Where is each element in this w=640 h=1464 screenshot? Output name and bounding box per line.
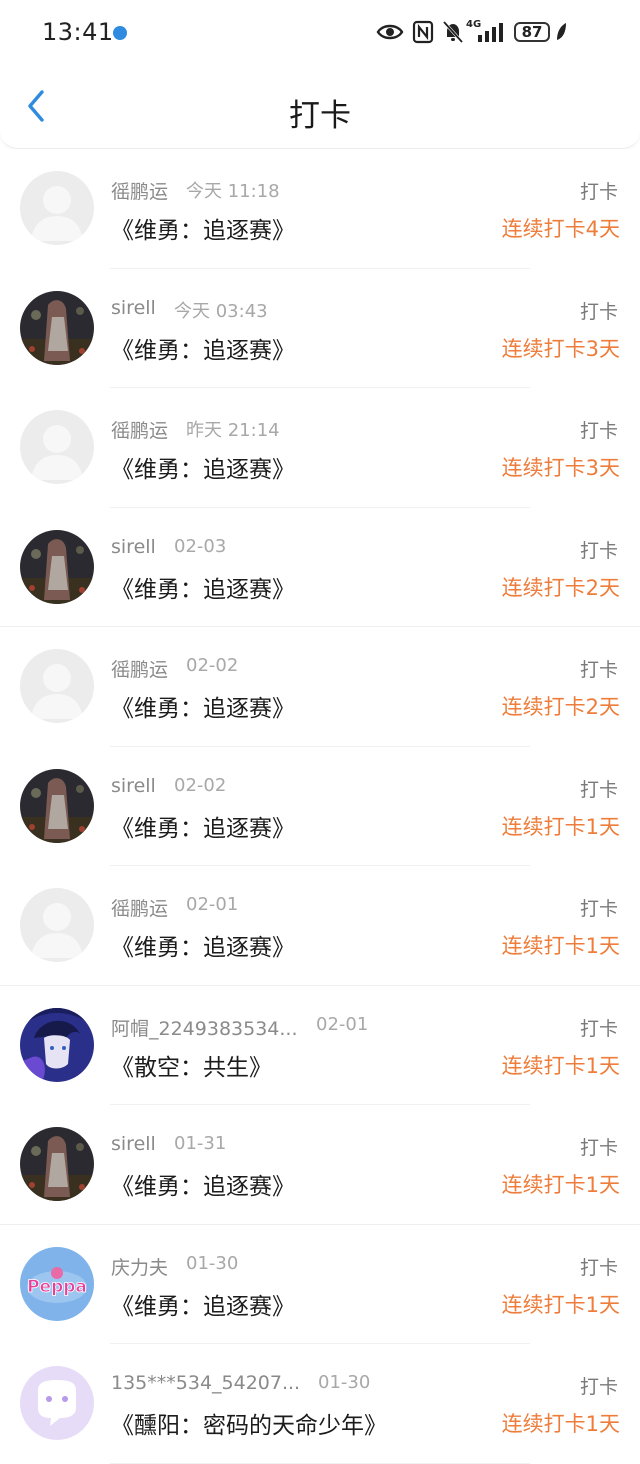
checkin-time: 02-02 bbox=[186, 655, 239, 676]
action-label: 打卡 bbox=[579, 1137, 618, 1159]
nfc-icon bbox=[412, 20, 434, 44]
streak-label: 连续打卡3天 bbox=[501, 456, 620, 480]
book-title[interactable]: 《维勇：追逐赛》 bbox=[111, 570, 295, 604]
streak-label: 连续打卡1天 bbox=[501, 1173, 620, 1197]
list-item[interactable]: 阿帽_2249383534... 02-01 《散空：共生》 打卡连续打卡1天 bbox=[0, 985, 640, 1105]
action-label: 打卡 bbox=[579, 539, 618, 562]
eye-icon bbox=[376, 24, 404, 40]
streak-label: 连续打卡1天 bbox=[501, 1053, 620, 1078]
action-label: 打卡 bbox=[579, 898, 618, 920]
leaf-icon bbox=[557, 23, 566, 40]
book-title[interactable]: 《维勇：追逐赛》 bbox=[111, 1287, 295, 1321]
user-avatar[interactable] bbox=[20, 410, 94, 484]
action-label: 打卡 bbox=[579, 778, 618, 801]
streak-label: 连续打卡1天 bbox=[501, 1292, 620, 1317]
list-item[interactable]: sirell 02-03 《维勇：追逐赛》 打卡连续打卡2天 bbox=[0, 507, 640, 627]
checkin-time: 今天 03:43 bbox=[174, 300, 268, 322]
checkin-time: 01-30 bbox=[186, 1252, 239, 1274]
list-item[interactable]: sirell 今天 03:43 《维勇：追逐赛》 打卡连续打卡3天 bbox=[0, 268, 640, 388]
user-avatar[interactable] bbox=[20, 1366, 94, 1440]
list-item[interactable]: 徭鹏运 02-01 《维勇：追逐赛》 打卡连续打卡1天 bbox=[0, 866, 640, 986]
user-name[interactable]: 徭鹏运 bbox=[111, 894, 168, 921]
user-avatar[interactable] bbox=[20, 290, 94, 365]
action-label: 打卡 bbox=[579, 420, 618, 442]
mute-bell-icon bbox=[442, 20, 464, 44]
list-item[interactable]: 徭鹏运 02-02 《维勇：追逐赛》 打卡连续打卡2天 bbox=[0, 627, 640, 747]
svg-text:Peppa: Peppa bbox=[27, 1277, 87, 1297]
user-name[interactable]: sirell bbox=[111, 1133, 156, 1155]
checkin-time: 02-01 bbox=[316, 1013, 369, 1035]
streak-label: 连续打卡4天 bbox=[501, 217, 620, 241]
book-title[interactable]: 《维勇：追逐赛》 bbox=[111, 331, 295, 365]
action-label: 打卡 bbox=[579, 1017, 618, 1040]
checkin-time: 今天 11:18 bbox=[186, 181, 280, 202]
list-item[interactable]: sirell 02-02 《维勇：追逐赛》 打卡连续打卡1天 bbox=[0, 746, 640, 866]
user-name[interactable]: 阿帽_2249383534... bbox=[111, 1014, 298, 1041]
status-time: 13:41 bbox=[42, 18, 114, 46]
signal-icon bbox=[478, 23, 503, 42]
user-avatar[interactable] bbox=[20, 1007, 94, 1082]
book-title[interactable]: 《维勇：追逐赛》 bbox=[111, 689, 295, 723]
book-title[interactable]: 《醺阳：密码的天命少年》 bbox=[111, 1406, 387, 1440]
streak-label: 连续打卡1天 bbox=[501, 814, 620, 839]
book-title[interactable]: 《散空：共生》 bbox=[111, 1048, 272, 1082]
user-avatar[interactable] bbox=[20, 171, 94, 245]
book-title[interactable]: 《维勇：追逐赛》 bbox=[111, 809, 295, 843]
action-label: 打卡 bbox=[579, 659, 618, 681]
user-avatar[interactable] bbox=[20, 649, 94, 723]
checkin-time: 01-30 bbox=[318, 1372, 371, 1393]
list-item[interactable]: sirell 01-31 《维勇：追逐赛》 打卡连续打卡1天 bbox=[0, 1105, 640, 1225]
streak-label: 连续打卡1天 bbox=[501, 1412, 620, 1436]
list-item[interactable]: 徭鹏运 昨天 21:14 《维勇：追逐赛》 打卡连续打卡3天 bbox=[0, 388, 640, 508]
action-label: 打卡 bbox=[579, 181, 618, 203]
action-label: 打卡 bbox=[579, 1256, 618, 1279]
checkin-time: 02-03 bbox=[174, 535, 227, 557]
list-item[interactable]: 徭鹏运 今天 11:18 《维勇：追逐赛》 打卡连续打卡4天 bbox=[0, 149, 640, 269]
user-name[interactable]: 徭鹏运 bbox=[111, 655, 168, 682]
user-name[interactable]: 135***534_54207... bbox=[111, 1372, 300, 1394]
streak-label: 连续打卡1天 bbox=[501, 934, 620, 958]
checkin-time: 02-01 bbox=[186, 894, 239, 915]
checkin-time: 02-02 bbox=[174, 774, 227, 796]
app-header: 打卡 bbox=[0, 62, 640, 149]
user-name[interactable]: sirell bbox=[111, 297, 156, 319]
battery-indicator: 87 bbox=[514, 22, 550, 42]
user-name[interactable]: sirell bbox=[111, 775, 156, 797]
user-name[interactable]: sirell bbox=[111, 536, 156, 558]
status-bar: 13:41 4G 87 bbox=[0, 0, 640, 62]
user-name[interactable]: 庆力夫 bbox=[111, 1253, 168, 1280]
checkin-time: 01-31 bbox=[174, 1133, 227, 1154]
checkin-list: 徭鹏运 今天 11:18 《维勇：追逐赛》 打卡 连续打卡4天 sirell 今天 03:… bbox=[0, 149, 640, 1464]
user-avatar[interactable]: Peppa bbox=[20, 1246, 94, 1321]
book-title[interactable]: 《维勇：追逐赛》 bbox=[111, 211, 295, 245]
page-title: 打卡 bbox=[289, 98, 351, 134]
streak-label: 连续打卡2天 bbox=[501, 575, 620, 600]
user-name[interactable]: 徭鹏运 bbox=[111, 177, 168, 204]
notification-dot-icon bbox=[113, 26, 127, 40]
action-label: 打卡 bbox=[579, 1376, 618, 1398]
checkin-time: 昨天 21:14 bbox=[186, 420, 280, 441]
streak-label: 连续打卡3天 bbox=[501, 336, 620, 361]
book-title[interactable]: 《维勇：追逐赛》 bbox=[111, 450, 295, 484]
user-name[interactable]: 徭鹏运 bbox=[111, 416, 168, 443]
user-avatar[interactable] bbox=[20, 768, 94, 843]
book-title[interactable]: 《维勇：追逐赛》 bbox=[111, 928, 295, 962]
user-avatar[interactable] bbox=[20, 888, 94, 962]
book-title[interactable]: 《维勇：追逐赛》 bbox=[111, 1167, 295, 1201]
list-item[interactable]: 135***534_54207... 01-30 《醺阳：密码的天命少年》 打卡连续打… bbox=[0, 1344, 640, 1464]
user-avatar[interactable] bbox=[20, 529, 94, 604]
user-avatar[interactable] bbox=[20, 1127, 94, 1201]
action-label: 打卡 bbox=[579, 300, 618, 323]
list-item[interactable]: Peppa 庆力夫 01-30 《维勇：追逐赛》 打卡连续打卡1天 bbox=[0, 1224, 640, 1344]
streak-label: 连续打卡2天 bbox=[501, 695, 620, 719]
